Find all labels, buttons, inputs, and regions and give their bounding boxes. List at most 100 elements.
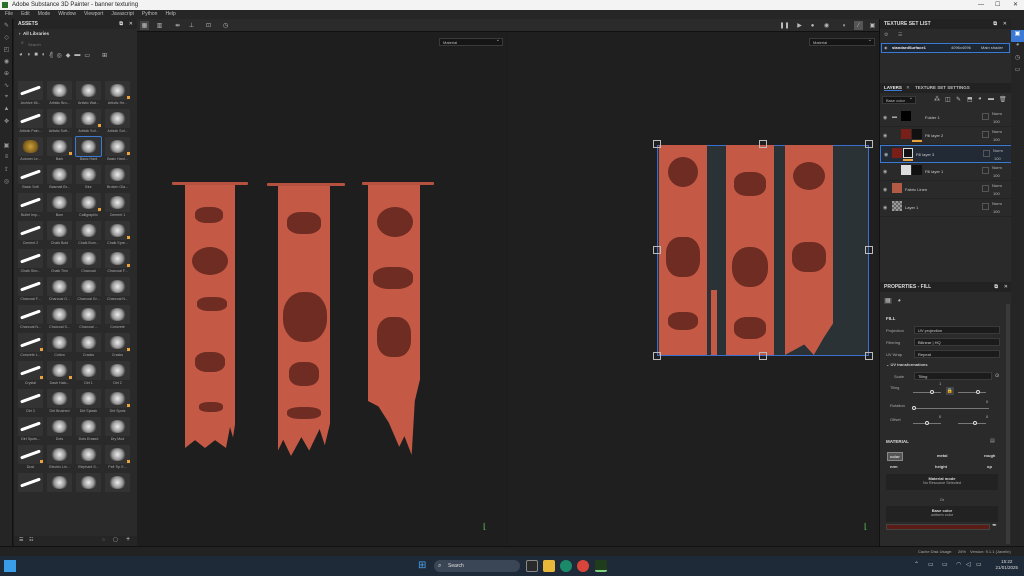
eye-icon[interactable]: ◉ [884, 152, 888, 158]
brush-item[interactable]: Dots Erased [75, 416, 102, 444]
mode-icon[interactable]: ◐ [840, 21, 849, 30]
brush-item[interactable]: Chalk Stro... [17, 248, 44, 276]
transform-handle[interactable] [865, 140, 873, 148]
task-view-icon[interactable] [526, 560, 538, 572]
menu-python[interactable]: Python [142, 10, 158, 19]
brush-item[interactable] [46, 472, 73, 500]
camera-icon[interactable]: ▶ [795, 21, 804, 30]
bake-icon[interactable]: ▣ [0, 139, 13, 151]
eye-icon[interactable]: ◉ [883, 133, 887, 139]
offset-u-slider-knob[interactable] [925, 421, 929, 425]
height-channel-button[interactable]: height [935, 464, 947, 469]
material-tab-icon[interactable]: ◕ [897, 298, 901, 304]
history-icon[interactable]: ◷ [221, 21, 230, 30]
brush-item[interactable]: Charcoal S... [46, 304, 73, 332]
tiling-value[interactable]: 1 [939, 381, 941, 386]
battery-icon[interactable]: ▭ [976, 561, 982, 568]
rotation-value[interactable]: 0 [986, 399, 988, 404]
eye-icon[interactable]: ◉ [883, 115, 887, 121]
filter-filter-icon[interactable]: ▭ [84, 52, 90, 59]
eye-icon[interactable]: ◉ [883, 187, 887, 193]
brush-item[interactable]: Concrete L... [17, 332, 44, 360]
transform-icon[interactable]: ✥ [0, 115, 13, 127]
tiling-v-slider-knob[interactable] [976, 390, 980, 394]
metal-channel-button[interactable]: metal [937, 453, 947, 458]
layer-row[interactable]: ◉ ▬ Folder 1 Norm 100 [880, 109, 1012, 127]
transform-handle[interactable] [865, 246, 873, 254]
layer-row[interactable]: ◉ Fabric Linen Norm 100 [880, 181, 1012, 199]
brush-item[interactable]: Chalk Thin [46, 248, 73, 276]
material-options-icon[interactable]: ▤ [990, 438, 995, 444]
brush-item[interactable]: Dirt 3 [17, 388, 44, 416]
add-paint-layer-icon[interactable]: ✎ [956, 96, 961, 103]
material-mode-box[interactable]: Material mode No Resource Selected [886, 474, 998, 490]
pause-icon[interactable]: ❚❚ [779, 21, 789, 30]
symmetry-icon[interactable]: ⇹ [173, 21, 182, 30]
transform-handle[interactable] [759, 140, 767, 148]
brush-item[interactable]: Felt Tip E... [104, 444, 131, 472]
assets-search[interactable]: ⌕ [14, 39, 137, 49]
fit-icon[interactable]: ⊡ [204, 21, 213, 30]
brush-item[interactable]: Artistic Soft... [46, 108, 73, 136]
brush-item[interactable]: Concrete [104, 304, 131, 332]
layer-checkbox[interactable] [983, 150, 990, 157]
brush-item[interactable]: Dirt Brushed [46, 388, 73, 416]
menu-edit[interactable]: Edit [21, 10, 30, 19]
chrome-icon[interactable] [577, 560, 589, 572]
offset-u-value[interactable]: 0 [939, 414, 941, 419]
brush-item[interactable]: Chalk Bum... [75, 220, 102, 248]
brush-item[interactable]: Charcoal ... [75, 304, 102, 332]
list-icon[interactable]: ☰ [898, 32, 902, 38]
split-view-icon[interactable]: ▥ [155, 21, 164, 30]
projection-select[interactable]: UV projection [914, 326, 1000, 334]
widgets-icon[interactable] [4, 560, 16, 572]
float-icon[interactable]: ⧉ [993, 19, 997, 29]
eraser-icon[interactable]: ◇ [0, 31, 13, 43]
rough-channel-button[interactable]: rough [984, 453, 995, 458]
transform-handle[interactable] [865, 352, 873, 360]
brush-item[interactable]: Cement 2 [17, 220, 44, 248]
brush-item[interactable]: Broken Gla... [104, 164, 131, 192]
screenshot-icon[interactable]: ▣ [868, 21, 877, 30]
brush-item[interactable]: Blur [75, 164, 102, 192]
brush-item[interactable]: Dots [46, 416, 73, 444]
filter-material-icon[interactable]: ◕ [19, 52, 23, 58]
filter-texture-icon[interactable]: ■ [34, 52, 38, 58]
add-group-icon[interactable]: ◕ [978, 96, 982, 102]
render-icon[interactable]: ◉ [822, 21, 831, 30]
grid-view-icon[interactable]: ⊞ [102, 52, 107, 59]
layer-row[interactable]: ◉ Fill layer 2 Norm 100 [880, 127, 1012, 145]
float-icon[interactable]: ⧉ [119, 19, 123, 29]
color-channel-button[interactable]: color [887, 452, 903, 461]
brush-item[interactable]: Artistic Sof... [104, 108, 131, 136]
close-panel-icon[interactable]: ✕ [1003, 19, 1007, 29]
layer-row-selected[interactable]: ◉ Fill layer 3 Norm 100 [880, 145, 1012, 163]
add-asset-icon[interactable]: + [126, 536, 130, 543]
brush-item[interactable]: Artistic Wat... [75, 80, 102, 108]
align-icon[interactable]: ⊥ [187, 21, 196, 30]
layer-checkbox[interactable] [982, 185, 989, 192]
menu-file[interactable]: File [5, 10, 13, 19]
brush-item[interactable]: Autumn Le... [17, 136, 44, 164]
brush-item[interactable]: Artistic Bru... [46, 80, 73, 108]
eye-icon[interactable]: ◉ [883, 169, 887, 175]
display-settings-icon[interactable]: ● [808, 21, 817, 30]
wifi-icon[interactable]: ◠ [956, 561, 961, 568]
projection-icon[interactable]: ◰ [0, 43, 13, 55]
brush-item[interactable]: Artistic Pain... [17, 108, 44, 136]
geometry-mask-icon[interactable]: ◉ [0, 55, 13, 67]
tray-chevron-icon[interactable]: ⌃ [914, 561, 919, 568]
fill-tab-icon[interactable]: ▦ [884, 298, 892, 304]
brush-item[interactable]: Calligraphic [75, 192, 102, 220]
menu-window[interactable]: Window [58, 10, 76, 19]
reset-icon[interactable]: ⊙ [995, 372, 999, 381]
brush-item[interactable]: Charcoal Gr... [75, 276, 102, 304]
filter-mask-icon[interactable]: ◐ [42, 52, 46, 58]
library-breadcrumb[interactable]: › All Libraries [14, 29, 137, 39]
rotation-slider[interactable] [913, 408, 989, 409]
brush-item[interactable]: Charcoal F... [17, 276, 44, 304]
filtering-select[interactable]: Bilinear | HQ [914, 338, 1000, 346]
offset-v-slider-knob[interactable] [973, 421, 977, 425]
brush-item[interactable]: Elephant S... [75, 444, 102, 472]
brush-item[interactable]: Dirt 1 [75, 360, 102, 388]
